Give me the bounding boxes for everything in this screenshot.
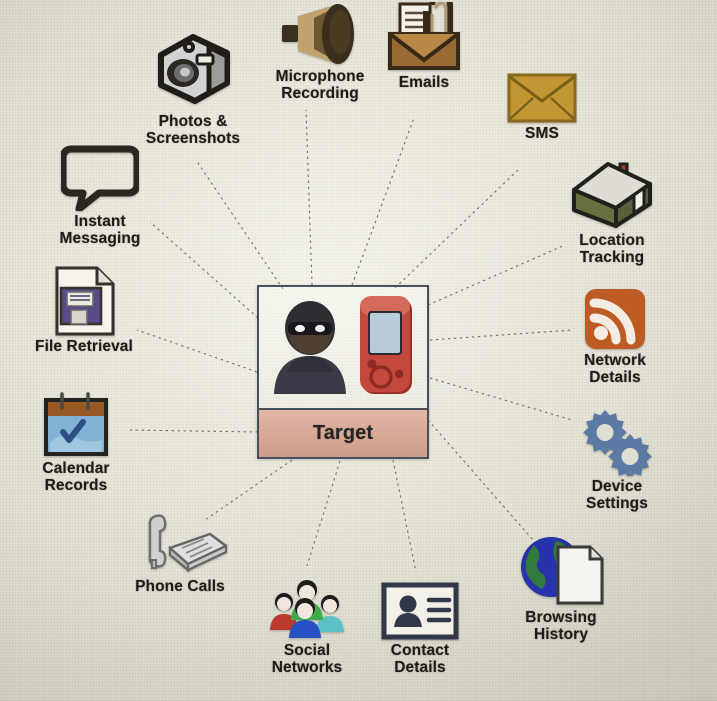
label-line-1: Calendar bbox=[42, 460, 110, 477]
connector-social-networks bbox=[306, 460, 341, 567]
node-location-tracking[interactable]: Location Tracking bbox=[537, 156, 687, 266]
house-icon bbox=[568, 156, 656, 230]
connector-sms bbox=[394, 167, 521, 289]
speech-bubble-icon bbox=[59, 145, 141, 213]
globe-document-icon bbox=[518, 535, 604, 607]
rss-signal-icon bbox=[584, 288, 646, 350]
thief-icon bbox=[267, 296, 353, 401]
node-sms[interactable]: SMS bbox=[467, 73, 617, 143]
mobile-phone-icon bbox=[357, 294, 419, 403]
label-line-1: Emails bbox=[398, 74, 450, 91]
label-line-1: File Retrieval bbox=[35, 338, 133, 355]
connector-emails bbox=[351, 117, 415, 286]
connector-phone-calls bbox=[204, 459, 293, 521]
label-line-1: Contact bbox=[390, 642, 450, 659]
target-box[interactable]: Target bbox=[257, 285, 429, 459]
label-line-2: Networks bbox=[271, 658, 343, 676]
envelope-icon bbox=[507, 73, 577, 123]
node-label-phone-calls: Phone Calls bbox=[135, 578, 225, 596]
label-line-1: Phone Calls bbox=[135, 578, 225, 595]
node-browsing-history[interactable]: Browsing History bbox=[486, 535, 636, 643]
envelope-document-icon bbox=[384, 0, 464, 72]
node-instant-messaging[interactable]: Instant Messaging bbox=[25, 145, 175, 247]
label-line-1: SMS bbox=[525, 125, 559, 142]
label-line-1: Instant bbox=[74, 213, 126, 230]
connector-microphone-recording bbox=[305, 109, 313, 286]
node-label-sms: SMS bbox=[525, 125, 559, 143]
node-label-browsing-history: Browsing History bbox=[525, 609, 597, 643]
megaphone-icon bbox=[280, 2, 360, 66]
gears-icon bbox=[577, 408, 657, 479]
label-line-2: History bbox=[533, 625, 589, 643]
node-calendar-records[interactable]: Calendar Records bbox=[1, 392, 151, 494]
node-device-settings[interactable]: Device Settings bbox=[542, 408, 692, 512]
node-label-calendar-records: Calendar Records bbox=[42, 460, 110, 494]
connector-photos-screenshots bbox=[195, 159, 284, 290]
label-line-2: Messaging bbox=[59, 229, 141, 247]
diagram-canvas: Target Photos & Screenshots Microphone R… bbox=[0, 0, 717, 701]
node-label-device-settings: Device Settings bbox=[586, 478, 648, 512]
calendar-check-icon bbox=[43, 392, 109, 458]
node-file-retrieval[interactable]: File Retrieval bbox=[9, 266, 159, 356]
node-label-contact-details: Contact Details bbox=[390, 642, 450, 676]
node-phone-calls[interactable]: Phone Calls bbox=[105, 512, 255, 596]
label-line-1: Device bbox=[591, 478, 643, 495]
target-label: Target bbox=[312, 421, 374, 444]
node-label-file-retrieval: File Retrieval bbox=[35, 338, 133, 356]
camera-icon bbox=[147, 25, 239, 111]
label-line-2: Details bbox=[394, 658, 446, 676]
contact-card-icon bbox=[381, 582, 459, 640]
node-label-emails: Emails bbox=[398, 74, 450, 92]
label-line-1: Browsing bbox=[525, 609, 597, 626]
label-line-1: Location bbox=[579, 232, 645, 249]
node-label-social-networks: Social Networks bbox=[271, 642, 343, 676]
node-label-network-details: Network Details bbox=[584, 352, 646, 386]
connector-contact-details bbox=[392, 459, 417, 573]
label-line-2: Tracking bbox=[579, 248, 645, 266]
node-network-details[interactable]: Network Details bbox=[540, 288, 690, 386]
label-line-2: Records bbox=[44, 476, 108, 494]
target-label-band: Target bbox=[259, 408, 427, 457]
label-line-1: Social bbox=[283, 642, 331, 659]
node-label-photos-screenshots: Photos & Screenshots bbox=[146, 113, 240, 147]
node-label-instant-messaging: Instant Messaging bbox=[59, 213, 141, 247]
label-line-1: Photos & bbox=[158, 113, 228, 130]
connector-browsing-history bbox=[427, 419, 534, 541]
label-line-2: Settings bbox=[586, 494, 648, 512]
people-group-icon bbox=[264, 578, 350, 640]
label-line-1: Network bbox=[584, 352, 646, 369]
target-icons bbox=[259, 287, 427, 410]
node-label-location-tracking: Location Tracking bbox=[579, 232, 645, 266]
label-line-2: Details bbox=[589, 368, 641, 386]
desk-phone-icon bbox=[132, 512, 228, 576]
floppy-document-icon bbox=[51, 266, 117, 336]
